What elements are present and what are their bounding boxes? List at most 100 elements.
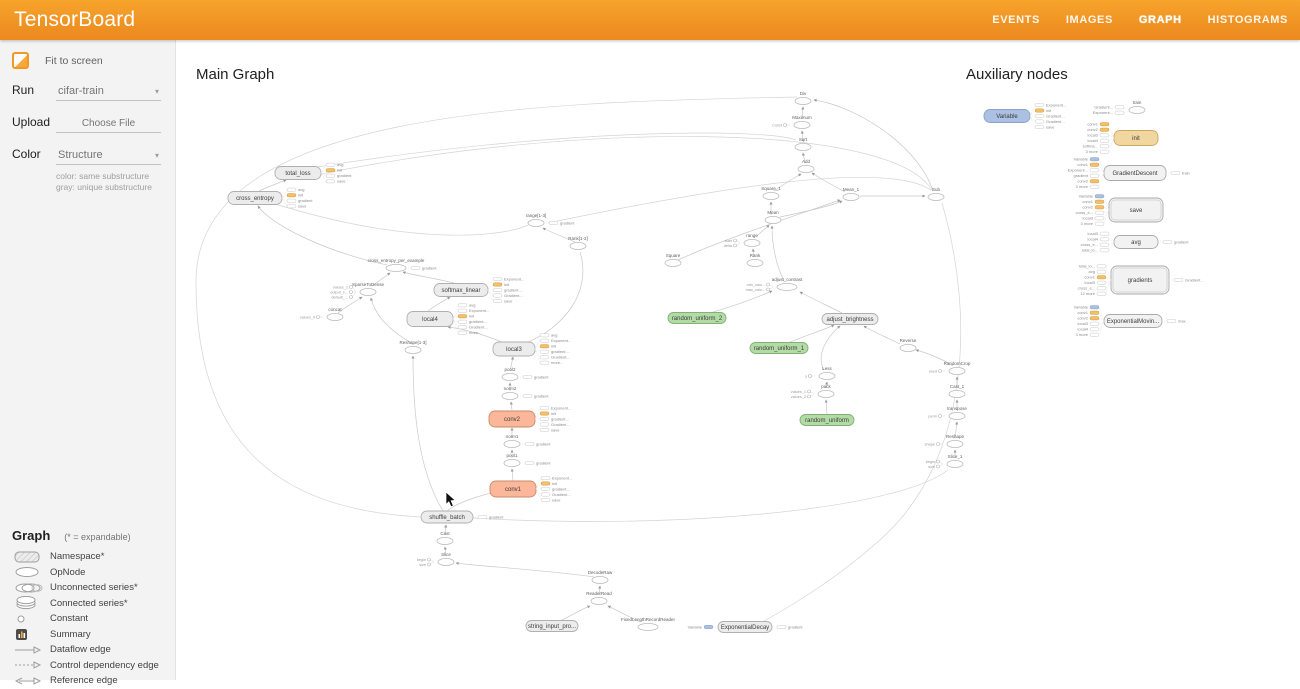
node-Slice_1[interactable]: Slice_1beginsize	[926, 454, 963, 469]
tab-events[interactable]: EVENTS	[992, 14, 1040, 26]
node-local3[interactable]: local3avgExponent...initgradient...Gradi…	[493, 333, 571, 366]
svg-text:output_s...: output_s...	[330, 290, 348, 294]
node-shuffle_batch[interactable]: shuffle_batchgradient	[421, 511, 504, 523]
node-pool1[interactable]: pool1gradient	[504, 453, 551, 467]
node-pool2[interactable]: pool2gradient	[502, 367, 549, 381]
choose-file-button[interactable]: Choose File	[56, 115, 161, 133]
node-pack[interactable]: packvalues_1values_2	[791, 384, 834, 399]
node-random_uniform_1[interactable]: random_uniform_1	[750, 343, 808, 354]
node-Cast_1[interactable]: Cast_1	[949, 384, 965, 398]
node-Mean_1[interactable]: Mean_1	[843, 187, 860, 201]
svg-text:Variable: Variable	[1074, 305, 1089, 310]
svg-text:Exponent...: Exponent...	[504, 276, 524, 281]
node-norm1[interactable]: norm1gradient	[504, 434, 551, 448]
node-FixedLengthRecordReader[interactable]: FixedLengthRecordReader	[621, 617, 676, 631]
node-Less[interactable]: Lessy	[805, 366, 835, 380]
svg-text:range: range	[746, 233, 758, 238]
svg-text:local4: local4	[422, 317, 438, 323]
svg-text:3 more: 3 more	[1081, 221, 1094, 226]
node-ExponentialDecay[interactable]: ExponentialDecaygradientVariable	[688, 622, 804, 633]
svg-text:avg: avg	[1131, 240, 1141, 246]
node-range[interactable]: rangestartdelta	[724, 233, 760, 248]
node-Reshape13[interactable]: Reshape[1-3]	[399, 340, 426, 354]
node-Rank12[interactable]: Rank[1-2]	[568, 236, 588, 250]
node-Sqrt[interactable]: Sqrt	[795, 137, 811, 151]
svg-text:softmax_linear: softmax_linear	[441, 288, 480, 294]
node-Reverse[interactable]: Reverse	[900, 338, 917, 352]
node-adjust_brightness[interactable]: adjust_brightness	[822, 314, 878, 325]
top-app-bar: TensorBoard EVENTS IMAGES GRAPH HISTOGRA…	[0, 0, 1300, 40]
node-Div[interactable]: Div	[795, 91, 811, 105]
node-random_uniform[interactable]: random_uniform	[800, 415, 854, 426]
svg-text:init: init	[552, 481, 558, 486]
node-Add[interactable]: Add	[798, 159, 814, 173]
graph-canvas[interactable]: total_lossavginitgradientsave cross_entro…	[176, 40, 1300, 680]
node-GradientDescent[interactable]: GradientDescenttrainVariableconv1Exponen…	[1068, 157, 1190, 190]
node-Slice[interactable]: Slicebeginsize	[417, 552, 454, 567]
svg-text:save: save	[552, 497, 561, 502]
svg-text:conv2: conv2	[1077, 179, 1088, 184]
node-avg[interactable]: avggradientlocal3local4cross_e...total_l…	[1081, 231, 1190, 253]
tab-images[interactable]: IMAGES	[1066, 14, 1113, 26]
svg-text:range[1-3]: range[1-3]	[526, 213, 547, 218]
chevron-down-icon: ▾	[155, 87, 159, 96]
node-gradients[interactable]: gradientsGradient...total_lo...avgconv1l…	[1078, 264, 1204, 297]
node-range13[interactable]: range[1-3]gradient	[526, 213, 576, 227]
svg-text:adjust_contrast: adjust_contrast	[772, 277, 803, 282]
node-save[interactable]: saveVariableconv1conv2cross_e...local33 …	[1076, 194, 1163, 227]
node-ExponentialMovin[interactable]: ExponentialMovin...maxVariableconv1conv2…	[1074, 305, 1186, 338]
svg-text:ExponentialDecay: ExponentialDecay	[721, 625, 769, 631]
node-RandomCrop[interactable]: RandomCropseed	[929, 361, 971, 375]
node-Sub[interactable]: Sub	[928, 187, 944, 201]
svg-text:gradient: gradient	[298, 198, 313, 203]
svg-text:train: train	[1133, 100, 1142, 105]
svg-text:Variable: Variable	[688, 624, 703, 629]
node-norm2[interactable]: norm2gradient	[502, 386, 549, 400]
node-Square_1[interactable]: Square_1	[761, 186, 781, 200]
svg-text:Add: Add	[802, 159, 811, 164]
run-select[interactable]: cifar-train ▾	[56, 83, 161, 101]
run-label: Run	[12, 83, 56, 97]
tab-histograms[interactable]: HISTOGRAMS	[1208, 14, 1288, 26]
node-init[interactable]: initconv1conv2local3local4softma...3 mor…	[1083, 122, 1158, 154]
node-adjust_contrast[interactable]: adjust_contrastmin_valu...max_valu...	[746, 277, 803, 292]
node-local4[interactable]: local4avgExponent...initgradient...Gradi…	[407, 303, 489, 336]
node-Rank[interactable]: Rank	[747, 253, 763, 267]
node-random_uniform_2[interactable]: random_uniform_2	[668, 313, 726, 324]
node-string_input_pro[interactable]: string_input_pro...	[526, 621, 578, 632]
svg-text:gradient: gradient	[337, 173, 352, 178]
svg-text:avg: avg	[551, 333, 557, 338]
run-row: Run cifar-train ▾	[0, 69, 175, 101]
legend-item-opnode: OpNode	[0, 565, 176, 581]
svg-text:gradients: gradients	[1128, 278, 1153, 284]
node-train[interactable]: trainGradient...Exponent...	[1093, 100, 1145, 115]
fit-to-screen-icon[interactable]	[12, 52, 29, 69]
node-transpose[interactable]: transposeperm	[928, 406, 967, 420]
node-softmax_linear[interactable]: softmax_linearExponent...initgradient...…	[434, 276, 524, 303]
svg-text:values_1: values_1	[333, 285, 348, 289]
node-Mean[interactable]: Mean	[765, 210, 781, 224]
summary-icon	[14, 628, 50, 641]
node-ReaderRead[interactable]: ReaderRead	[586, 591, 612, 605]
svg-text:perm: perm	[928, 414, 937, 418]
node-concat[interactable]: concatvalues_0	[300, 307, 343, 321]
color-select[interactable]: Structure ▾	[56, 147, 161, 165]
svg-text:local4: local4	[1088, 138, 1099, 143]
svg-text:Cast: Cast	[440, 531, 450, 536]
node-Reshape[interactable]: Reshapeshape	[925, 434, 965, 448]
svg-text:RandomCrop: RandomCrop	[944, 361, 971, 366]
connected-series-icon	[14, 596, 50, 610]
node-SparseToDense[interactable]: SparseToDensevalues_1output_s...default_…	[330, 282, 384, 299]
node-conv1[interactable]: conv1Exponent...initgradient...Gradient.…	[490, 475, 572, 502]
svg-text:conv2: conv2	[1077, 316, 1088, 321]
node-Cast[interactable]: Cast	[437, 531, 453, 545]
node-Maximum[interactable]: MaximumConst	[772, 115, 812, 129]
svg-text:Gradient...: Gradient...	[504, 293, 523, 298]
node-total_loss[interactable]: total_lossavginitgradientsave	[275, 162, 352, 184]
node-conv2[interactable]: conv2Exponent...initgradient...Gradient.…	[489, 405, 571, 432]
svg-text:local3: local3	[1088, 133, 1099, 138]
graph-legend: Graph (* = expandable) Namespace* OpNode…	[0, 528, 176, 689]
tab-graph[interactable]: GRAPH	[1139, 14, 1182, 26]
node-Variable[interactable]: VariableExponent...initGradient...Gradie…	[984, 102, 1066, 129]
node-cepe[interactable]: cross_entropy_per_examplegradient	[368, 258, 438, 272]
